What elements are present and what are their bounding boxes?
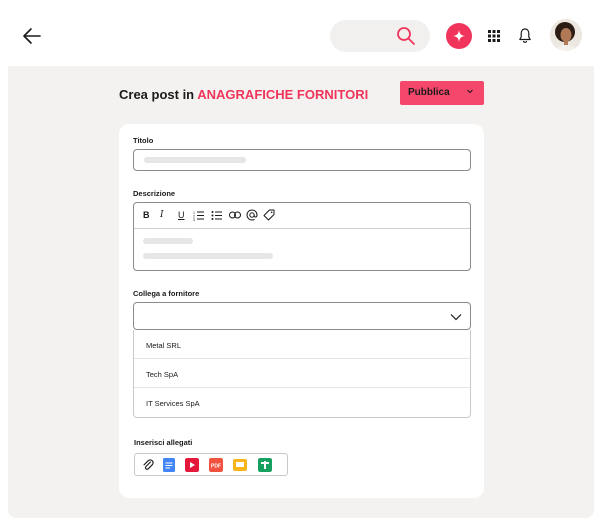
supplier-option[interactable]: Metal SRL	[134, 330, 470, 359]
supplier-select[interactable]	[133, 302, 471, 330]
bullet-list-icon[interactable]	[211, 210, 223, 221]
chevron-down-icon	[467, 89, 473, 94]
svg-text:3: 3	[193, 218, 195, 221]
supplier-dropdown: Metal SRL Tech SpA IT Services SpA	[133, 330, 471, 418]
top-bar	[0, 0, 602, 66]
back-arrow-icon[interactable]	[22, 26, 42, 46]
supplier-option-label: IT Services SpA	[146, 399, 200, 408]
chevron-down-icon	[450, 314, 462, 321]
space-name-link[interactable]: ANAGRAFICHE FORNITORI	[197, 87, 368, 102]
italic-button[interactable]: I	[160, 210, 164, 220]
link-supplier-label: Collega a fornitore	[133, 289, 200, 298]
google-slides-icon[interactable]	[233, 458, 247, 472]
title-input[interactable]	[133, 149, 471, 171]
ai-assistant-button[interactable]	[446, 23, 472, 49]
underline-button[interactable]: U	[178, 210, 185, 220]
description-label: Descrizione	[133, 189, 176, 198]
description-editor[interactable]: B I U 123	[133, 202, 471, 271]
description-placeholder-skeleton	[143, 238, 193, 244]
svg-text:PDF: PDF	[211, 464, 221, 470]
paperclip-icon[interactable]	[141, 458, 155, 472]
title-placeholder-skeleton	[144, 157, 246, 163]
link-icon[interactable]	[229, 211, 241, 219]
supplier-option[interactable]: IT Services SpA	[134, 388, 470, 417]
supplier-option[interactable]: Tech SpA	[134, 359, 470, 388]
page-title-prefix: Crea post in	[119, 87, 198, 102]
search-input[interactable]	[330, 20, 430, 52]
youtube-icon[interactable]	[185, 458, 199, 472]
google-sheets-icon[interactable]	[258, 458, 272, 472]
attachments-label: Inserisci allegati	[134, 438, 193, 447]
publish-button[interactable]: Pubblica	[400, 81, 484, 105]
sparkle-icon	[453, 30, 465, 42]
description-placeholder-skeleton	[143, 253, 273, 259]
page-header: Crea post in ANAGRAFICHE FORNITORI Pubbl…	[119, 81, 489, 108]
attachments-toolbar: PDF	[134, 453, 288, 476]
editor-toolbar: B I U 123	[134, 203, 470, 229]
post-form-card: Titolo Descrizione B I U 123 Collega a f…	[119, 124, 484, 498]
publish-button-label: Pubblica	[408, 87, 450, 98]
search-icon[interactable]	[396, 26, 416, 46]
bold-button[interactable]: B	[143, 210, 150, 220]
page-title: Crea post in ANAGRAFICHE FORNITORI	[119, 87, 368, 102]
avatar[interactable]	[550, 19, 582, 51]
supplier-option-label: Metal SRL	[146, 341, 182, 350]
google-docs-icon[interactable]	[162, 458, 176, 472]
supplier-option-label: Tech SpA	[146, 370, 179, 379]
numbered-list-icon[interactable]: 123	[193, 210, 205, 221]
pdf-icon[interactable]: PDF	[209, 458, 223, 472]
tag-icon[interactable]	[263, 209, 275, 221]
bell-icon[interactable]	[517, 27, 533, 45]
mention-icon[interactable]	[246, 209, 258, 221]
apps-grid-icon[interactable]	[487, 29, 501, 43]
user-avatar-image	[550, 19, 582, 51]
title-label: Titolo	[133, 136, 154, 145]
